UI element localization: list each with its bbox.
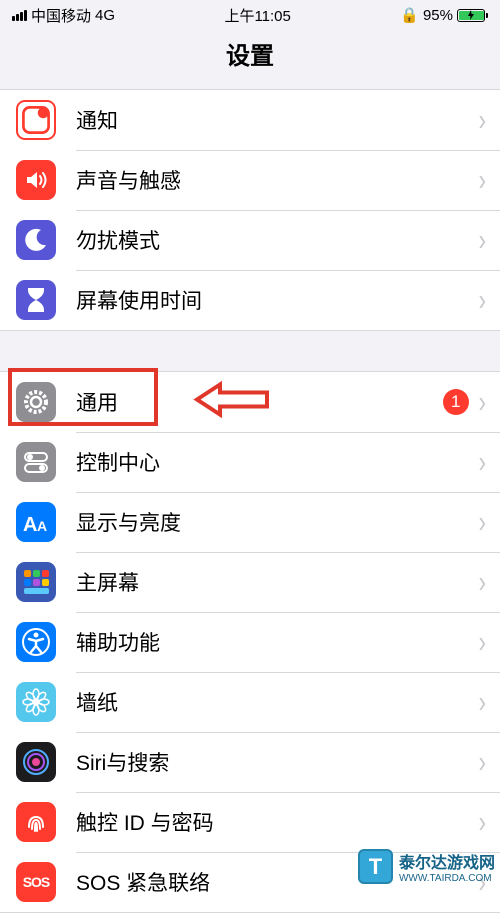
row-touchid[interactable]: 触控 ID 与密码› [0, 792, 500, 852]
chevron-right-icon: › [479, 444, 486, 480]
watermark: T 泰尔达游戏网 WWW.TAIRDA.COM [358, 849, 495, 884]
settings-group: 通用1›控制中心›AA显示与亮度›主屏幕›辅助功能›墙纸›Siri与搜索›触控 … [0, 371, 500, 913]
row-label: 屏幕使用时间 [76, 285, 479, 315]
signal-icon [12, 10, 27, 21]
row-sounds[interactable]: 声音与触感› [0, 150, 500, 210]
carrier-label: 中国移动 [31, 5, 91, 26]
row-dnd[interactable]: 勿扰模式› [0, 210, 500, 270]
row-control-center[interactable]: 控制中心› [0, 432, 500, 492]
notification-badge: 1 [443, 389, 469, 415]
status-left: 中国移动 4G [12, 5, 115, 26]
row-home-screen[interactable]: 主屏幕› [0, 552, 500, 612]
accessibility-icon [16, 622, 56, 662]
page-title: 设置 [0, 30, 500, 89]
row-label: 墙纸 [76, 687, 479, 717]
row-label: 显示与亮度 [76, 507, 479, 537]
chevron-right-icon: › [479, 504, 486, 540]
svg-text:A: A [23, 514, 37, 535]
watermark-sub: WWW.TAIRDA.COM [399, 873, 495, 884]
gear-icon [16, 382, 56, 422]
sound-icon [16, 160, 56, 200]
row-label: 辅助功能 [76, 627, 479, 657]
status-time: 上午11:05 [224, 5, 290, 26]
row-label: 触控 ID 与密码 [76, 807, 479, 837]
chevron-right-icon: › [479, 384, 486, 420]
watermark-text: 泰尔达游戏网 [399, 849, 495, 873]
row-label: 通知 [76, 105, 479, 135]
battery-pct: 95% [423, 7, 453, 24]
row-label: 主屏幕 [76, 567, 479, 597]
rotation-lock-icon: 🔒 [400, 6, 419, 24]
grid-icon [16, 562, 56, 602]
chevron-right-icon: › [479, 564, 486, 600]
network-label: 4G [95, 7, 115, 24]
status-bar: 中国移动 4G 上午11:05 🔒 95% [0, 0, 500, 30]
row-screentime[interactable]: 屏幕使用时间› [0, 270, 500, 330]
status-right: 🔒 95% [400, 6, 488, 24]
row-accessibility[interactable]: 辅助功能› [0, 612, 500, 672]
row-label: 通用 [76, 387, 443, 417]
row-label: 声音与触感 [76, 165, 479, 195]
row-display[interactable]: AA 显示与亮度› [0, 492, 500, 552]
siri-icon [16, 742, 56, 782]
notification-icon [16, 100, 56, 140]
row-label: 控制中心 [76, 447, 479, 477]
row-wallpaper[interactable]: 墙纸› [0, 672, 500, 732]
svg-text:A: A [37, 518, 47, 534]
chevron-right-icon: › [479, 804, 486, 840]
chevron-right-icon: › [479, 744, 486, 780]
row-general[interactable]: 通用1 › [0, 372, 500, 432]
chevron-right-icon: › [479, 222, 486, 258]
moon-icon [16, 220, 56, 260]
settings-group: 通知›声音与触感›勿扰模式›屏幕使用时间› [0, 89, 500, 331]
chevron-right-icon: › [479, 102, 486, 138]
text-size-icon: AA [16, 502, 56, 542]
switches-icon [16, 442, 56, 482]
fingerprint-icon [16, 802, 56, 842]
sos-icon: SOS [16, 862, 56, 902]
row-label: 勿扰模式 [76, 225, 479, 255]
chevron-right-icon: › [479, 684, 486, 720]
hourglass-icon [16, 280, 56, 320]
row-label: Siri与搜索 [76, 747, 479, 777]
row-siri[interactable]: Siri与搜索› [0, 732, 500, 792]
flower-icon [16, 682, 56, 722]
chevron-right-icon: › [479, 624, 486, 660]
chevron-right-icon: › [479, 282, 486, 318]
chevron-right-icon: › [479, 162, 486, 198]
battery-icon [457, 9, 488, 22]
row-notifications[interactable]: 通知› [0, 90, 500, 150]
watermark-logo: T [358, 849, 393, 884]
